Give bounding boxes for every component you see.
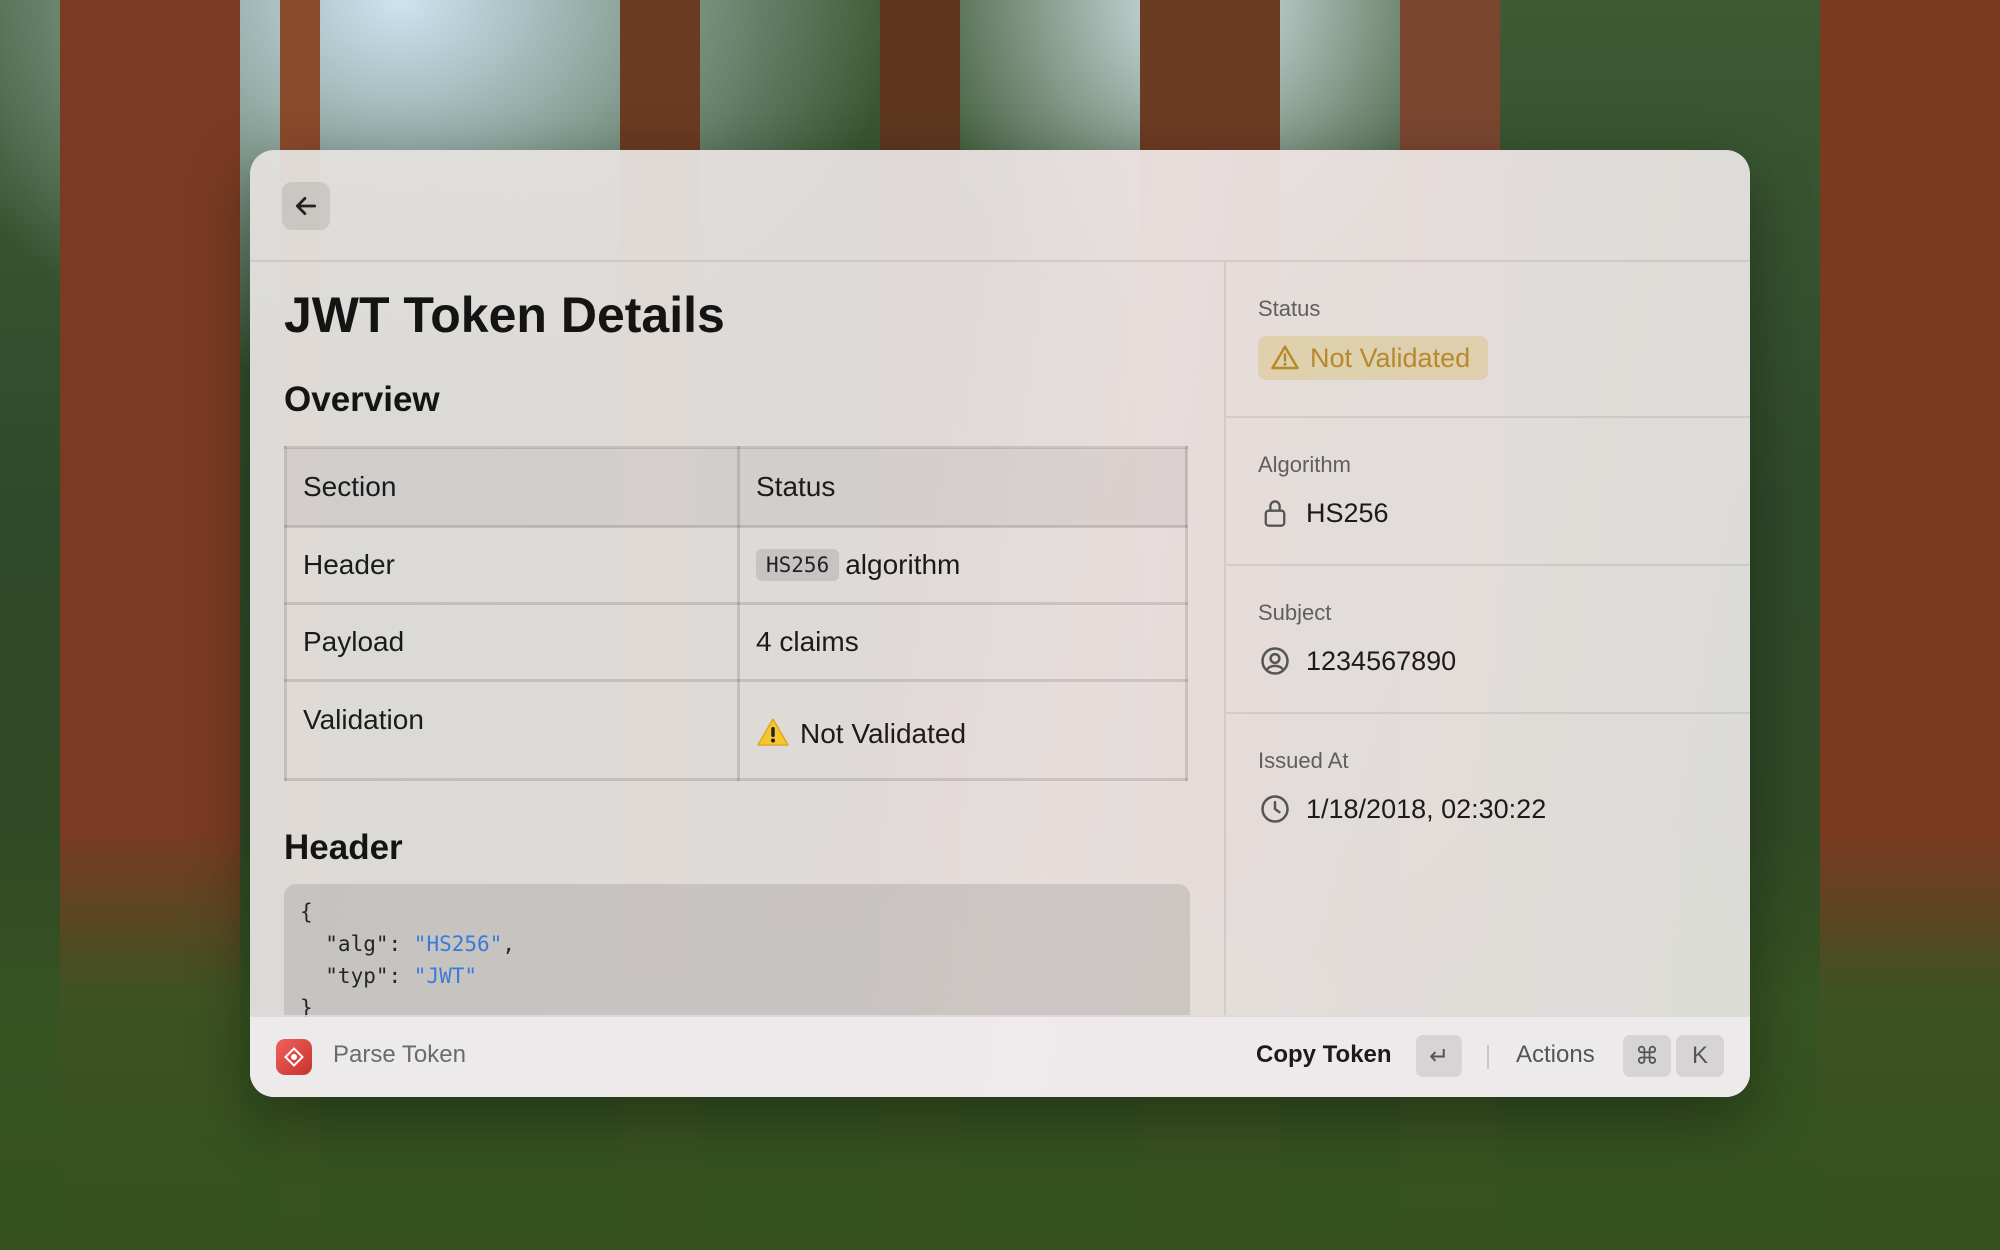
metadata-value-text: 1234567890 <box>1306 645 1457 676</box>
table-row: Validation Not Validated <box>284 679 1188 781</box>
metadata-label: Algorithm <box>1258 452 1351 477</box>
status-text: Not Validated <box>800 717 967 749</box>
overview-heading: Overview <box>284 380 440 419</box>
row-status-cell: 4 claims <box>737 602 1188 682</box>
row-section-cell: Validation <box>284 679 740 781</box>
extension-icon <box>276 1039 312 1075</box>
code-line: "typ": "JWT" <box>300 964 477 988</box>
algorithm-tag: HS256 <box>756 549 840 581</box>
code-punct: , <box>502 932 515 956</box>
warning-icon <box>1271 345 1299 370</box>
metadata-label: Issued At <box>1258 748 1349 773</box>
metadata-subject: Subject 1234567890 <box>1226 566 1750 714</box>
warning-icon <box>756 717 790 754</box>
metadata-value: 1/18/2018, 02:30:22 <box>1258 792 1546 826</box>
row-section-cell: Payload <box>284 602 740 682</box>
header-heading: Header <box>284 828 403 867</box>
top-bar <box>250 150 1750 262</box>
back-button[interactable] <box>282 182 330 230</box>
action-bar: Parse Token Copy Token ↵ Actions ⌘ K <box>250 1015 1750 1097</box>
code-string: "JWT" <box>413 964 478 988</box>
metadata-issued-at: Issued At 1/18/2018, 02:30:22 <box>1226 714 1750 914</box>
lock-icon <box>1258 496 1292 530</box>
metadata-sidebar: Status Not Validated Algorithm HS256 Sub… <box>1224 262 1750 1017</box>
arrow-left-icon <box>295 197 317 215</box>
page-title: JWT Token Details <box>284 287 725 343</box>
code-line: "alg": "HS256", <box>300 932 515 956</box>
column-header-status: Status <box>737 446 1188 528</box>
copy-token-button[interactable]: Copy Token <box>1256 1041 1392 1069</box>
metadata-value-text: HS256 <box>1306 497 1389 528</box>
status-text: algorithm <box>845 549 961 580</box>
enter-key-hint: ↵ <box>1416 1035 1462 1077</box>
extension-window: JWT Token Details Overview Section Statu… <box>250 150 1750 1097</box>
metadata-label: Subject <box>1258 600 1332 625</box>
code-line: } <box>300 996 313 1017</box>
header-code-block[interactable]: { "alg": "HS256", "typ": "JWT" } <box>284 884 1190 1017</box>
clock-icon <box>1258 792 1292 826</box>
footer-divider <box>1487 1045 1489 1069</box>
command-key-hint: ⌘ <box>1623 1035 1671 1077</box>
metadata-label: Status <box>1258 296 1321 321</box>
row-status-cell: HS256 algorithm <box>737 525 1188 605</box>
code-key: "typ": <box>300 964 414 988</box>
metadata-value: 1234567890 <box>1258 644 1456 678</box>
metadata-status: Status Not Validated <box>1226 262 1750 418</box>
table-row: Payload 4 claims <box>284 602 1188 682</box>
metadata-value: HS256 <box>1258 496 1389 530</box>
status-badge-text: Not Validated <box>1310 342 1471 373</box>
user-circle-icon <box>1258 644 1292 678</box>
metadata-algorithm: Algorithm HS256 <box>1226 418 1750 566</box>
detail-content[interactable]: JWT Token Details Overview Section Statu… <box>250 262 1224 1017</box>
code-string: "HS256" <box>413 932 503 956</box>
column-header-section: Section <box>284 446 740 528</box>
row-section-cell: Header <box>284 525 740 605</box>
table-row: Header HS256 algorithm <box>284 525 1188 605</box>
code-key: "alg": <box>300 932 414 956</box>
row-status-cell: Not Validated <box>737 679 1188 781</box>
command-title: Parse Token <box>333 1041 466 1068</box>
metadata-value-text: 1/18/2018, 02:30:22 <box>1306 793 1547 824</box>
k-key-hint: K <box>1676 1035 1724 1077</box>
code-line: { <box>300 900 313 924</box>
table-header-row: Section Status <box>284 446 1188 528</box>
status-badge: Not Validated <box>1258 336 1489 380</box>
actions-button[interactable]: Actions <box>1516 1041 1595 1069</box>
overview-table: Section Status Header HS256 algorithm Pay… <box>284 446 1188 781</box>
